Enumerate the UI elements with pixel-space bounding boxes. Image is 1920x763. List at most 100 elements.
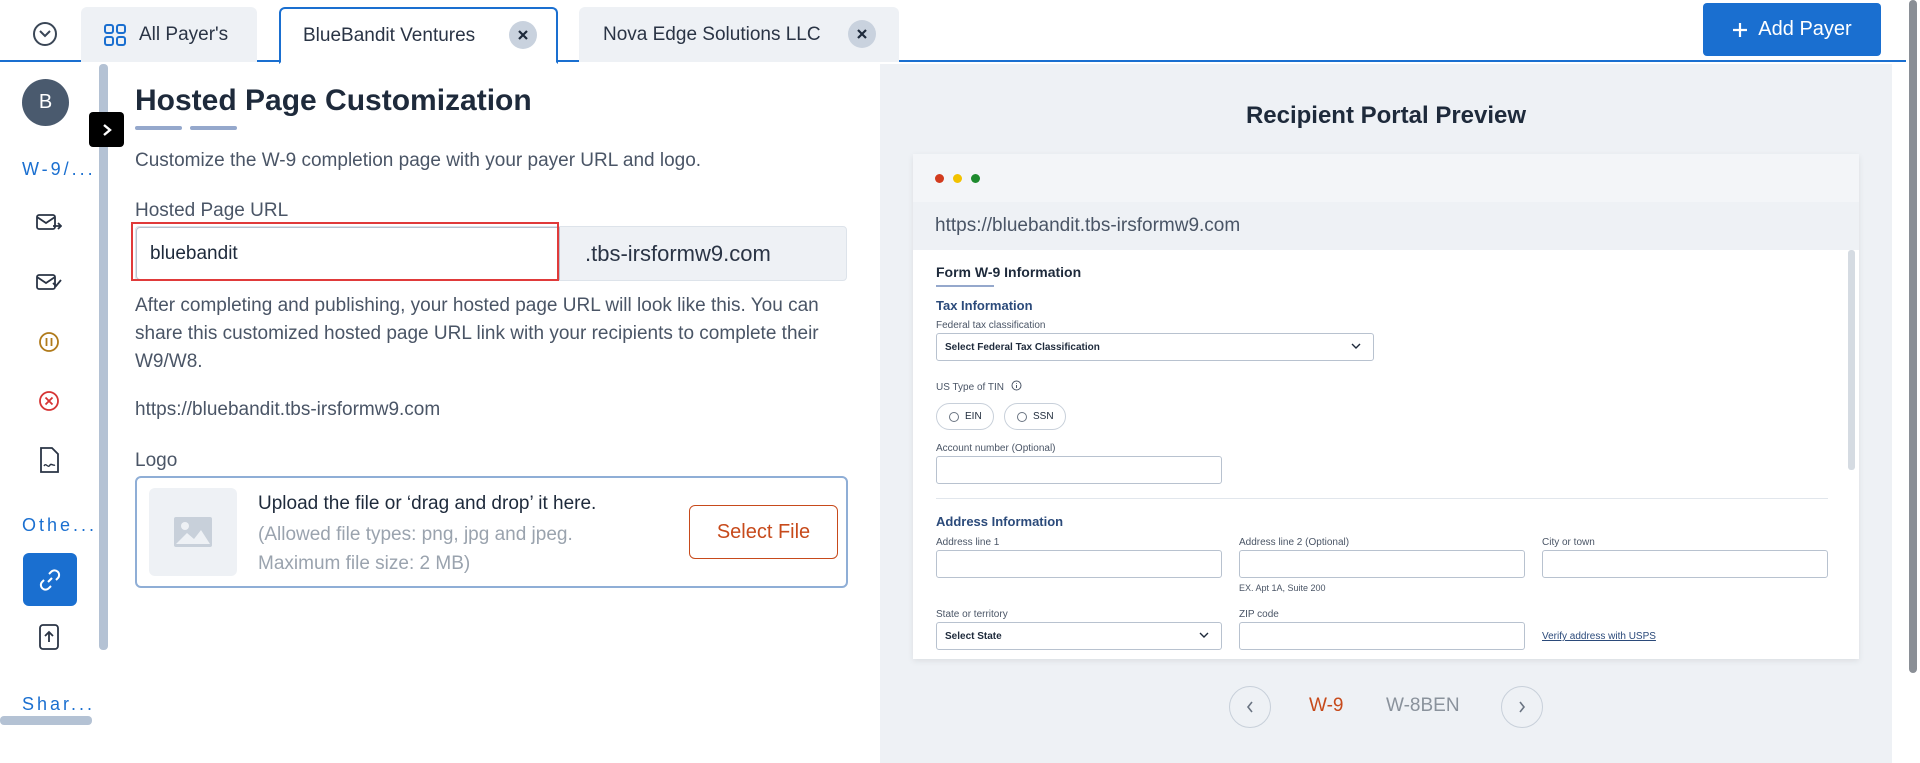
radio-circle xyxy=(1017,411,1027,422)
image-icon xyxy=(174,517,212,547)
add-payer-button[interactable]: Add Payer xyxy=(1703,3,1881,56)
hosted-page-panel: Hosted Page Customization Customize the … xyxy=(131,64,865,724)
page-description: Customize the W-9 completion page with y… xyxy=(135,150,702,171)
close-tab-button[interactable] xyxy=(509,21,537,49)
close-tab-button[interactable] xyxy=(848,20,876,48)
link-icon xyxy=(39,568,61,591)
ein-label: EIN xyxy=(965,411,982,422)
federal-classification-select: Select Federal Tax Classification xyxy=(936,333,1374,361)
tin-ein-radio: EIN xyxy=(936,403,994,430)
sidebar-section-w9: W-9/... xyxy=(22,159,96,179)
close-icon xyxy=(518,30,528,40)
window-dot-yellow xyxy=(953,174,962,183)
chevron-right-icon xyxy=(102,123,112,136)
address2-hint: EX. Apt 1A, Suite 200 xyxy=(1239,583,1326,593)
upload-file-icon[interactable] xyxy=(36,624,62,650)
upload-constraints: (Allowed file types: png, jpg and jpeg. … xyxy=(258,520,573,578)
city-label: City or town xyxy=(1542,537,1595,548)
grid-icon xyxy=(104,23,126,46)
add-payer-label: Add Payer xyxy=(1758,18,1852,40)
address2-input xyxy=(1239,550,1525,578)
cancel-circle-icon[interactable] xyxy=(36,388,62,414)
form-scrollbar[interactable] xyxy=(1848,250,1855,470)
window-dot-red xyxy=(935,174,944,183)
image-placeholder xyxy=(149,488,237,576)
tab-label: All Payer's xyxy=(139,23,229,45)
upload-file-size: Maximum file size: 2 MB) xyxy=(258,553,471,574)
send-mail-icon[interactable] xyxy=(36,210,62,236)
hosted-url-label: Hosted Page URL xyxy=(135,200,289,221)
tin-ssn-radio: SSN xyxy=(1004,403,1066,430)
hosted-url-suffix: .tbs-irsformw9.com xyxy=(585,241,771,266)
logo-label: Logo xyxy=(135,450,178,471)
title-underline xyxy=(135,126,182,130)
tab-label: BlueBandit Ventures xyxy=(303,24,476,46)
info-icon xyxy=(1011,380,1022,391)
tab-w8ben-preview[interactable]: W-8BEN xyxy=(1386,695,1460,717)
sidebar-section-other: Othe... xyxy=(22,515,98,535)
sidebar-item-hosted-page[interactable] xyxy=(23,553,77,606)
tab-label: Nova Edge Solutions LLC xyxy=(603,23,821,45)
logo-upload-dropzone[interactable]: Upload the file or ‘drag and drop’ it he… xyxy=(135,476,848,588)
radio-circle xyxy=(949,411,959,422)
top-tab-bar: All Payer's BlueBandit Ventures Nova Edg… xyxy=(0,0,1920,64)
prev-form-button[interactable] xyxy=(1229,686,1271,728)
sidebar: B W-9/... Othe... Shar... xyxy=(0,64,108,725)
chevron-down-icon xyxy=(39,30,51,38)
ssn-label: SSN xyxy=(1033,411,1054,422)
window-dot-green xyxy=(971,174,980,183)
document-signature-icon[interactable] xyxy=(36,447,62,473)
tab-nova-edge-solutions[interactable]: Nova Edge Solutions LLC xyxy=(579,7,899,62)
tab-w9-preview[interactable]: W-9 xyxy=(1309,695,1343,717)
upload-file-types: (Allowed file types: png, jpg and jpeg. xyxy=(258,524,573,545)
account-label: Account number (Optional) xyxy=(936,443,1056,454)
tab-all-payers[interactable]: All Payer's xyxy=(81,7,257,62)
zip-input xyxy=(1239,622,1525,650)
tin-label-text: US Type of TIN xyxy=(936,382,1004,393)
title-underline xyxy=(190,126,237,130)
form-title-underline xyxy=(936,285,994,287)
browser-url-bar: https://bluebandit.tbs-irsformw9.com xyxy=(913,202,1859,250)
form-title: Form W-9 Information xyxy=(936,264,1082,280)
next-form-button[interactable] xyxy=(1501,686,1543,728)
sidebar-scrollbar-vertical[interactable] xyxy=(99,64,108,650)
tax-section-title: Tax Information xyxy=(936,298,1033,313)
avatar-letter: B xyxy=(38,91,53,113)
upload-instruction: Upload the file or ‘drag and drop’ it he… xyxy=(258,493,597,514)
expand-sidebar-button[interactable] xyxy=(89,112,124,147)
mail-check-icon[interactable] xyxy=(36,270,62,296)
avatar[interactable]: B xyxy=(22,79,69,126)
chevron-left-icon xyxy=(1246,701,1253,713)
account-number-input xyxy=(936,456,1222,484)
page-scrollbar-thumb[interactable] xyxy=(1909,0,1917,673)
address2-label: Address line 2 (Optional) xyxy=(1239,537,1350,548)
highlight-outline xyxy=(131,222,559,281)
chevron-right-icon xyxy=(1519,701,1526,713)
state-label: State or territory xyxy=(936,609,1008,620)
sidebar-scrollbar-horizontal[interactable] xyxy=(0,716,92,725)
close-icon xyxy=(857,29,867,39)
sidebar-section-share: Shar... xyxy=(22,694,96,714)
state-placeholder: Select State xyxy=(945,630,1002,642)
hosted-url-result: https://bluebandit.tbs-irsformw9.com xyxy=(135,399,441,420)
page-title: Hosted Page Customization xyxy=(135,84,532,117)
recipient-portal-preview: Recipient Portal Preview https://blueban… xyxy=(880,64,1892,763)
plus-icon xyxy=(1733,22,1748,37)
tab-bluebandit-ventures[interactable]: BlueBandit Ventures xyxy=(279,7,558,64)
state-select: Select State xyxy=(936,622,1222,650)
address-section-title: Address Information xyxy=(936,514,1064,529)
w9-form-preview: Form W-9 Information Tax Information Fed… xyxy=(913,250,1859,659)
federal-placeholder: Select Federal Tax Classification xyxy=(945,341,1100,353)
preview-title: Recipient Portal Preview xyxy=(1245,102,1527,129)
address1-label: Address line 1 xyxy=(936,537,1000,548)
verify-address-link: Verify address with USPS xyxy=(1542,631,1656,642)
pause-circle-icon[interactable] xyxy=(36,329,62,355)
city-input xyxy=(1542,550,1828,578)
tin-label: US Type of TIN xyxy=(936,380,1022,393)
collapse-menu-button[interactable] xyxy=(33,22,57,46)
browser-mockup: https://bluebandit.tbs-irsformw9.com For… xyxy=(913,154,1859,659)
browser-toolbar xyxy=(913,154,1859,202)
url-help-text: After completing and publishing, your ho… xyxy=(135,295,819,372)
address1-input xyxy=(936,550,1222,578)
select-file-button[interactable]: Select File xyxy=(689,505,838,559)
